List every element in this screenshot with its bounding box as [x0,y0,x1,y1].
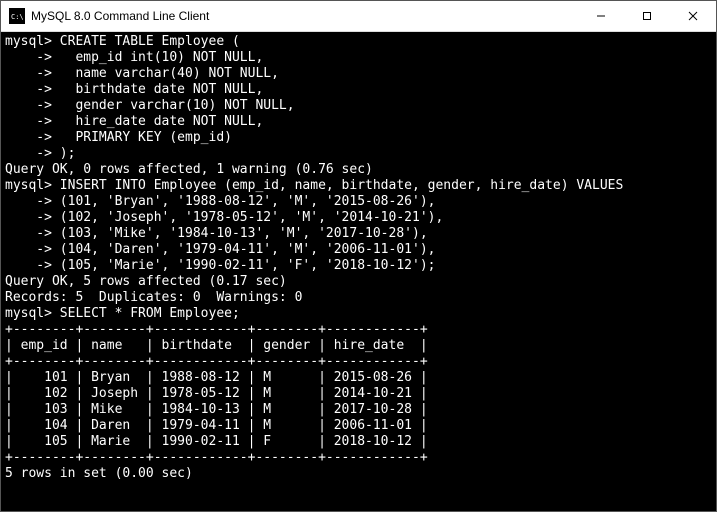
terminal-line: | emp_id | name | birthdate | gender | h… [5,338,712,354]
terminal-line: +--------+--------+------------+--------… [5,354,712,370]
terminal-line: | 102 | Joseph | 1978-05-12 | M | 2014-1… [5,386,712,402]
app-window: C:\ MySQL 8.0 Command Line Client mysql>… [0,0,717,512]
window-controls [578,1,716,31]
titlebar[interactable]: C:\ MySQL 8.0 Command Line Client [1,1,716,32]
terminal-line: -> (102, 'Joseph', '1978-05-12', 'M', '2… [5,210,712,226]
terminal-output[interactable]: mysql> CREATE TABLE Employee ( -> emp_id… [1,32,716,511]
terminal-line: -> (105, 'Marie', '1990-02-11', 'F', '20… [5,258,712,274]
terminal-line: -> name varchar(40) NOT NULL, [5,66,712,82]
terminal-line: mysql> CREATE TABLE Employee ( [5,34,712,50]
terminal-line: +--------+--------+------------+--------… [5,450,712,466]
terminal-line: -> birthdate date NOT NULL, [5,82,712,98]
svg-text:C:\: C:\ [11,13,23,21]
close-button[interactable] [670,1,716,31]
minimize-button[interactable] [578,1,624,31]
window-title: MySQL 8.0 Command Line Client [31,9,209,23]
terminal-line: mysql> SELECT * FROM Employee; [5,306,712,322]
terminal-line: 5 rows in set (0.00 sec) [5,466,712,482]
terminal-line: -> (101, 'Bryan', '1988-08-12', 'M', '20… [5,194,712,210]
terminal-line: +--------+--------+------------+--------… [5,322,712,338]
app-icon: C:\ [9,8,25,24]
terminal-line: -> ); [5,146,712,162]
terminal-line: -> (104, 'Daren', '1979-04-11', 'M', '20… [5,242,712,258]
terminal-line: -> hire_date date NOT NULL, [5,114,712,130]
terminal-line: -> (103, 'Mike', '1984-10-13', 'M', '201… [5,226,712,242]
terminal-line: | 101 | Bryan | 1988-08-12 | M | 2015-08… [5,370,712,386]
terminal-line: | 104 | Daren | 1979-04-11 | M | 2006-11… [5,418,712,434]
terminal-line: | 105 | Marie | 1990-02-11 | F | 2018-10… [5,434,712,450]
terminal-line: -> gender varchar(10) NOT NULL, [5,98,712,114]
terminal-line: mysql> INSERT INTO Employee (emp_id, nam… [5,178,712,194]
terminal-line: Query OK, 5 rows affected (0.17 sec) [5,274,712,290]
maximize-button[interactable] [624,1,670,31]
terminal-line: | 103 | Mike | 1984-10-13 | M | 2017-10-… [5,402,712,418]
terminal-line: Query OK, 0 rows affected, 1 warning (0.… [5,162,712,178]
terminal-line: -> emp_id int(10) NOT NULL, [5,50,712,66]
terminal-line: -> PRIMARY KEY (emp_id) [5,130,712,146]
terminal-line: Records: 5 Duplicates: 0 Warnings: 0 [5,290,712,306]
